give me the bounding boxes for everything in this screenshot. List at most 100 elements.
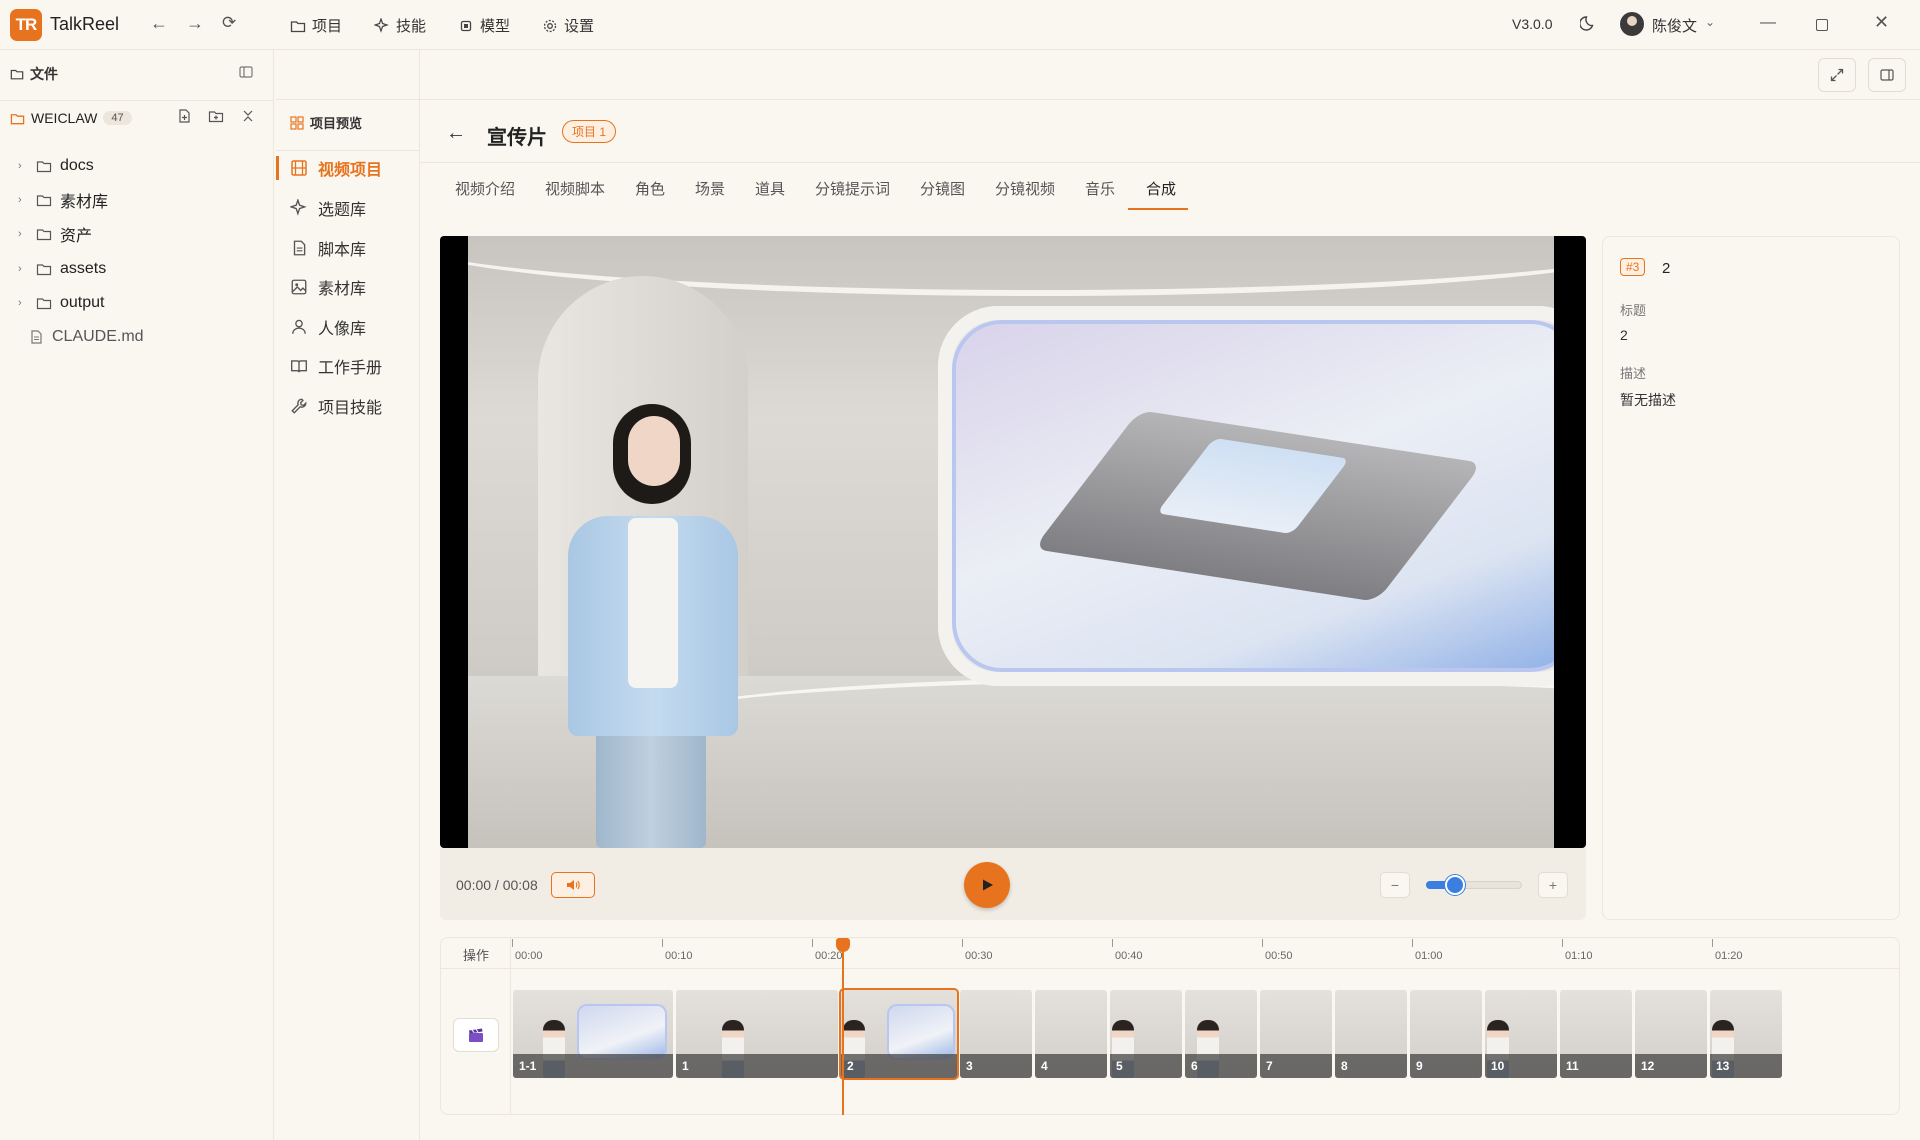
- nav-script-library[interactable]: 脚本库: [290, 236, 366, 260]
- person-icon: [292, 319, 306, 334]
- timeline-clip[interactable]: 1-1: [513, 990, 673, 1078]
- tree-folder-sucai[interactable]: › 素材库: [18, 186, 108, 214]
- timeline-clip[interactable]: 8: [1335, 990, 1407, 1078]
- menu-settings[interactable]: 设置: [542, 15, 594, 36]
- timeline-tick: [812, 939, 813, 947]
- timeline-tick-label: 00:00: [515, 950, 543, 962]
- nav-topic-library[interactable]: 选题库: [290, 196, 366, 220]
- tab-storyboard-videos[interactable]: 分镜视频: [995, 178, 1055, 199]
- timeline-clip[interactable]: 3: [960, 990, 1032, 1078]
- timeline-clip[interactable]: 10: [1485, 990, 1557, 1078]
- presenter-shirt: [628, 518, 678, 688]
- timeline-ruler-divider: [440, 968, 1900, 969]
- clip-thumbnail-screen: [889, 1006, 953, 1058]
- tree-folder-output[interactable]: › output: [18, 289, 104, 317]
- nav-label: 项目技能: [318, 400, 383, 417]
- nav-video-project[interactable]: 视频项目: [290, 156, 382, 180]
- refresh-icon[interactable]: ⟳: [222, 13, 236, 33]
- video-track-button[interactable]: [453, 1018, 499, 1052]
- play-button[interactable]: [964, 862, 1010, 908]
- active-tab-underline: [1128, 208, 1188, 210]
- zoom-out-button[interactable]: −: [1380, 872, 1410, 898]
- tree-folder-zichan[interactable]: › 资产: [18, 220, 92, 248]
- timeline-clip[interactable]: 9: [1410, 990, 1482, 1078]
- timeline-clip[interactable]: 2: [841, 990, 957, 1078]
- back-button[interactable]: ←: [446, 122, 466, 145]
- tree-file-claude[interactable]: CLAUDE.md: [28, 323, 144, 351]
- time-display: 00:00 / 00:08: [456, 877, 538, 893]
- title-label: 标题: [1620, 303, 1647, 318]
- tab-scenes[interactable]: 场景: [695, 178, 725, 199]
- tab-video-intro[interactable]: 视频介绍: [455, 178, 515, 199]
- nav-material-library[interactable]: 素材库: [290, 275, 366, 299]
- timeline-clip[interactable]: 6: [1185, 990, 1257, 1078]
- video-preview[interactable]: [440, 236, 1586, 848]
- toggle-right-panel-button[interactable]: [1868, 58, 1906, 92]
- nav-portrait-library[interactable]: 人像库: [290, 315, 366, 339]
- tab-video-script[interactable]: 视频脚本: [545, 178, 605, 199]
- timeline-clip[interactable]: 13: [1710, 990, 1782, 1078]
- nav-project-skills[interactable]: 项目技能: [290, 394, 382, 418]
- timeline-tick-label: 01:20: [1715, 950, 1743, 962]
- nav-label: 人像库: [318, 321, 367, 338]
- tab-music[interactable]: 音乐: [1085, 178, 1115, 199]
- new-folder-icon[interactable]: [208, 108, 224, 124]
- clip-label: 4: [1035, 1054, 1107, 1078]
- zoom-in-button[interactable]: +: [1538, 872, 1568, 898]
- folder-open-icon: [10, 113, 25, 124]
- sparkle-icon: [374, 17, 389, 33]
- new-file-icon[interactable]: [176, 108, 192, 124]
- back-arrow-icon[interactable]: ←: [150, 13, 168, 34]
- folder-icon: [36, 298, 52, 310]
- description-label: 描述: [1620, 366, 1647, 381]
- menu-skills[interactable]: 技能: [374, 15, 426, 36]
- collapse-all-icon[interactable]: [240, 108, 256, 124]
- divider: [0, 100, 274, 101]
- files-header-label: 文件: [30, 66, 58, 82]
- speaker-icon: [567, 880, 580, 890]
- folder-icon: [36, 161, 52, 173]
- avatar[interactable]: [1620, 12, 1644, 36]
- timeline-tick-label: 00:40: [1115, 950, 1143, 962]
- tab-storyboard-prompts[interactable]: 分镜提示词: [815, 178, 890, 199]
- close-icon[interactable]: ✕: [1874, 12, 1889, 33]
- nav-handbook[interactable]: 工作手册: [290, 354, 382, 378]
- clip-label: 1: [676, 1054, 838, 1078]
- workspace-count-badge: 47: [103, 111, 132, 125]
- playhead[interactable]: [842, 944, 844, 1115]
- timeline-clip[interactable]: 12: [1635, 990, 1707, 1078]
- title-value: 2: [1620, 327, 1628, 343]
- timeline-clip[interactable]: 11: [1560, 990, 1632, 1078]
- theme-toggle-moon-icon[interactable]: [1579, 14, 1598, 37]
- tab-characters[interactable]: 角色: [635, 178, 665, 199]
- project-preview-header[interactable]: 项目预览: [290, 113, 362, 132]
- tree-folder-docs[interactable]: › docs: [18, 152, 94, 180]
- collapse-panel-icon[interactable]: [238, 64, 254, 85]
- presenter-face: [628, 416, 680, 486]
- timeline-clip[interactable]: 1: [676, 990, 838, 1078]
- image-icon: [291, 279, 307, 295]
- tree-item-label: 素材库: [60, 194, 109, 211]
- forward-arrow-icon[interactable]: →: [186, 13, 204, 34]
- maximize-icon[interactable]: [1816, 19, 1828, 31]
- menu-projects[interactable]: 项目: [290, 15, 342, 36]
- playhead-handle[interactable]: [836, 938, 850, 952]
- tree-folder-assets[interactable]: › assets: [18, 255, 106, 283]
- tab-storyboard-images[interactable]: 分镜图: [920, 178, 965, 199]
- gear-icon: [543, 19, 557, 32]
- fullscreen-button[interactable]: [1818, 58, 1856, 92]
- tree-item-label: output: [60, 294, 105, 311]
- timeline-clip[interactable]: 7: [1260, 990, 1332, 1078]
- tab-props[interactable]: 道具: [755, 178, 785, 199]
- minimize-icon[interactable]: —: [1760, 14, 1776, 32]
- menu-models[interactable]: 模型: [458, 15, 510, 36]
- user-name[interactable]: 陈俊文: [1652, 15, 1697, 36]
- shot-number: 2: [1662, 260, 1671, 277]
- timeline-clip[interactable]: 5: [1110, 990, 1182, 1078]
- zoom-slider-handle[interactable]: [1444, 875, 1465, 895]
- timeline-clip[interactable]: 4: [1035, 990, 1107, 1078]
- chevron-down-icon[interactable]: ⌄: [1705, 15, 1715, 29]
- tab-composite[interactable]: 合成: [1146, 178, 1176, 199]
- timeline-tick-label: 00:20: [815, 950, 843, 962]
- volume-button[interactable]: [551, 872, 595, 898]
